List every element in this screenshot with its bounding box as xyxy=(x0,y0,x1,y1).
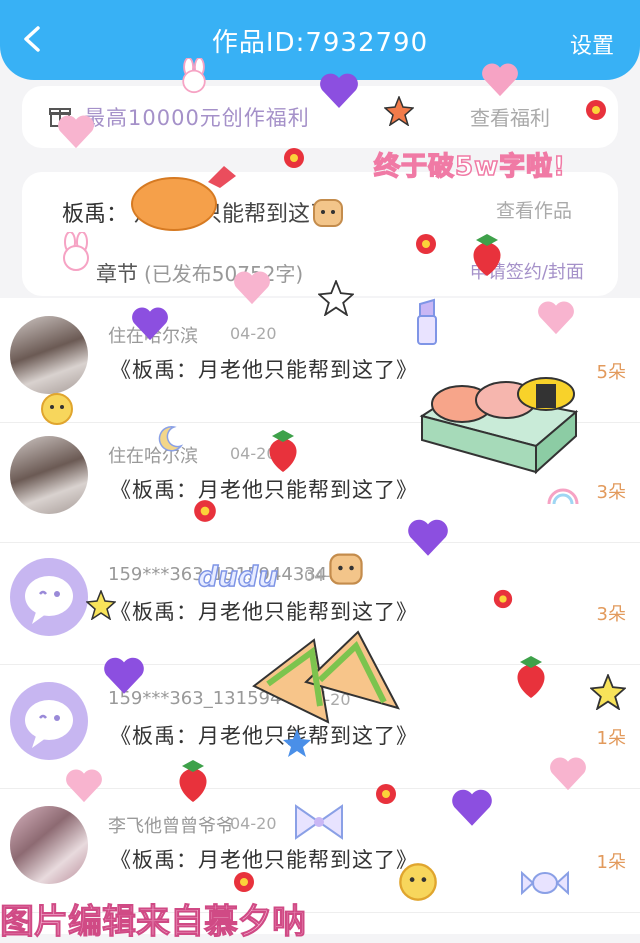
red-flower-icon xyxy=(416,234,436,254)
sandwich-sticker xyxy=(252,630,400,724)
strawberry-icon xyxy=(179,760,207,802)
star-icon xyxy=(384,96,414,126)
benefit-text: 最高10000元创作福利 xyxy=(84,106,310,130)
avatar[interactable] xyxy=(10,558,88,636)
purple-heart-icon xyxy=(408,519,448,556)
pink-heart-icon xyxy=(66,769,102,803)
star-icon xyxy=(590,674,626,710)
bunny-character-icon xyxy=(63,232,89,271)
strawberry-icon xyxy=(517,656,545,698)
milestone-sticker-text: 终于破5w字啦! xyxy=(373,151,566,183)
red-flower-icon xyxy=(376,784,396,804)
edit-credit-text: 图片编辑来自慕夕呐 xyxy=(0,902,307,943)
pink-heart-icon xyxy=(538,301,574,335)
comment-text: 《板禹：月老他只能帮到这了》 xyxy=(110,478,418,502)
comment-text: 《板禹：月老他只能帮到这了》 xyxy=(110,600,418,624)
comment-date: 04-20 xyxy=(230,324,277,343)
star-outline-icon xyxy=(318,280,354,316)
strawberry-icon xyxy=(473,234,501,276)
red-flower-icon xyxy=(586,100,606,120)
sushi-sticker xyxy=(419,377,579,475)
top-bar: 作品ID:7932790 设置 xyxy=(0,0,640,80)
view-work-link[interactable]: 查看作品 xyxy=(496,196,572,223)
settings-button[interactable]: 设置 xyxy=(570,28,614,60)
pink-heart-icon xyxy=(58,115,94,149)
fried-shrimp-sticker xyxy=(131,166,236,231)
avatar[interactable] xyxy=(10,316,88,394)
bunny-character-icon xyxy=(182,58,206,94)
purple-heart-icon xyxy=(104,657,144,694)
chick-icon xyxy=(399,863,437,901)
pink-heart-icon xyxy=(234,271,270,305)
lipstick-icon xyxy=(417,298,437,345)
star-icon xyxy=(86,590,116,620)
flower-count: 3朵 xyxy=(596,604,626,625)
chapter-word-count: (已发布50752字) xyxy=(144,262,304,286)
flower-count: 3朵 xyxy=(596,482,626,503)
comment-text: 《板禹：月老他只能帮到这了》 xyxy=(110,848,418,872)
pink-heart-icon xyxy=(550,757,586,791)
page-title: 作品ID:7932790 xyxy=(211,28,429,58)
chat-bubble-icon xyxy=(25,700,73,748)
purple-heart-icon xyxy=(132,307,168,341)
chick-icon xyxy=(41,393,73,425)
flower-count: 1朵 xyxy=(596,728,626,749)
bow-icon xyxy=(295,804,343,840)
avatar[interactable] xyxy=(10,436,88,514)
toast-icon xyxy=(313,199,343,227)
rainbow-icon xyxy=(547,488,579,505)
view-benefits-link[interactable]: 查看福利 xyxy=(470,102,550,131)
moon-icon xyxy=(158,425,184,452)
chapter-label: 章节 xyxy=(96,262,138,286)
star-icon xyxy=(283,729,311,757)
strawberry-icon xyxy=(269,430,297,472)
avatar[interactable] xyxy=(10,682,88,760)
flower-count: 5朵 xyxy=(596,362,626,383)
purple-heart-icon xyxy=(452,789,492,826)
red-flower-icon xyxy=(234,872,254,892)
comment-username: 李飞他曾曾爷爷 xyxy=(108,816,234,837)
red-flower-icon xyxy=(284,148,304,168)
red-flower-icon xyxy=(493,589,513,609)
comment-username: 住在哈尔滨 xyxy=(108,446,198,467)
dudu-sticker-text: dudu xyxy=(197,559,278,594)
avatar[interactable] xyxy=(10,806,88,884)
comment-date: 04-20 xyxy=(230,814,277,833)
purple-heart-icon xyxy=(320,73,358,108)
work-info-card: 板禹： 月老他只能帮到这了 查看作品 章节 (已发布50752字) 申请签约/封… xyxy=(22,172,618,296)
toast-icon xyxy=(329,553,363,585)
chat-bubble-icon xyxy=(25,576,73,624)
red-flower-icon xyxy=(194,500,216,522)
flower-count: 1朵 xyxy=(596,852,626,873)
pink-heart-icon xyxy=(482,63,518,97)
work-title-prefix: 板禹： xyxy=(62,202,129,227)
candy-icon xyxy=(521,870,569,896)
comment-text: 《板禹：月老他只能帮到这了》 xyxy=(110,358,418,382)
